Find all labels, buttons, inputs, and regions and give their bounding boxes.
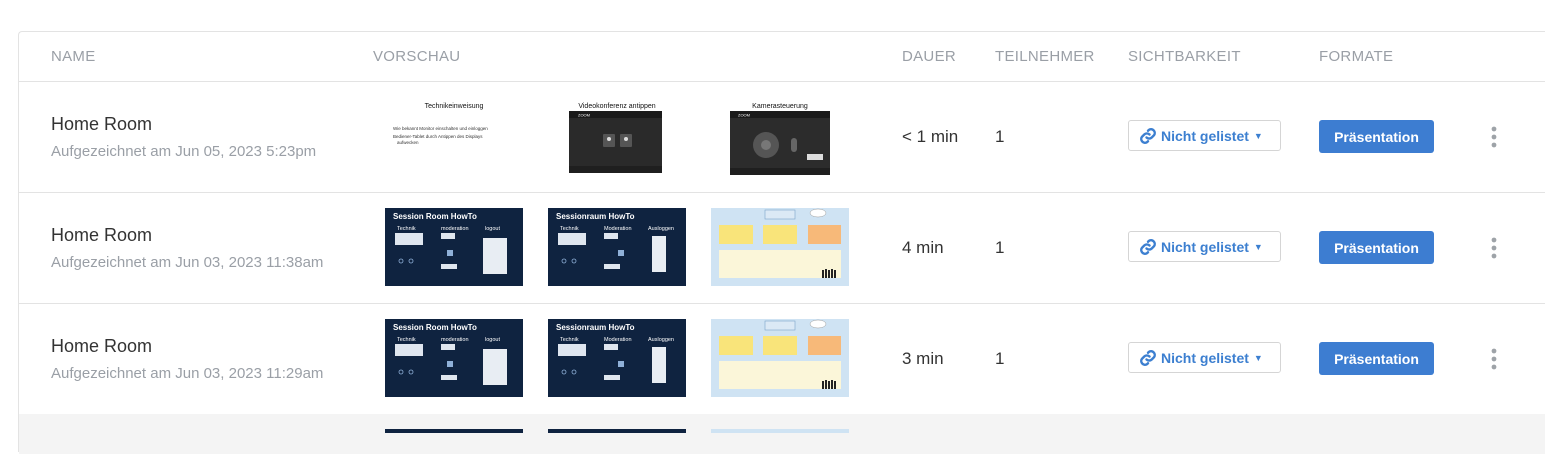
zoom-brand: ZOOM	[738, 113, 750, 118]
slide-caption: Kamerasteuerung	[752, 103, 808, 110]
slide-column: Technik	[560, 337, 579, 343]
preview-thumbnail[interactable]: Sessionraum HowTo Technik Moderation Aus…	[548, 319, 686, 397]
slide-title: Sessionraum HowTo	[556, 323, 635, 332]
visibility-dropdown[interactable]: Nicht gelistet ▼	[1128, 120, 1281, 151]
recording-date: Aufgezeichnet am Jun 03, 2023 11:29am	[51, 365, 324, 382]
vertical-ellipsis-icon	[1491, 237, 1497, 259]
vertical-ellipsis-icon	[1491, 126, 1497, 148]
participants-count: 1	[995, 238, 1005, 257]
presentation-format-button[interactable]: Präsentation	[1319, 120, 1434, 153]
chevron-down-icon: ▼	[1253, 241, 1263, 252]
slide-column: Ausloggen	[648, 226, 674, 232]
preview-thumbnail[interactable]: Session Room HowTo Technik moderation lo…	[385, 208, 523, 286]
preview-thumbnail[interactable]: Session Room HowTo Technik moderation lo…	[385, 319, 523, 397]
slide-bullet: Wie bekannt Monitor einschalten und einl…	[393, 126, 488, 131]
slide-column: moderation	[441, 337, 469, 343]
participants-count: 1	[995, 349, 1005, 368]
slide-column: Moderation	[604, 337, 632, 343]
header-formats: FORMATE	[1319, 48, 1394, 65]
visibility-dropdown[interactable]: Nicht gelistet ▼	[1128, 342, 1281, 373]
slide-column: Moderation	[604, 226, 632, 232]
preview-thumbnail[interactable]: Kamerasteuerung ZOOM	[711, 101, 849, 179]
slide-column: Technik	[397, 226, 416, 232]
header-name[interactable]: NAME	[51, 48, 96, 65]
link-icon	[1140, 238, 1156, 255]
recording-date: Aufgezeichnet am Jun 05, 2023 5:23pm	[51, 143, 317, 160]
table-row: Home Room Aufgezeichnet am Jun 05, 2023 …	[19, 82, 1545, 193]
chevron-down-icon: ▼	[1253, 130, 1263, 141]
slide-column: moderation	[441, 226, 469, 232]
visibility-label: Nicht gelistet	[1161, 349, 1249, 366]
preview-thumbnail[interactable]	[711, 319, 849, 397]
slide-title: Sessionraum HowTo	[556, 212, 635, 221]
more-options-button[interactable]	[1487, 126, 1501, 148]
more-options-button[interactable]	[1487, 348, 1501, 370]
presentation-format-button[interactable]: Präsentation	[1319, 342, 1434, 375]
recording-title: Home Room	[51, 336, 153, 356]
slide-caption: Videokonferenz antippen	[578, 103, 655, 110]
table-row: Home Room Aufgezeichnet am Jun 03, 2023 …	[19, 304, 1545, 415]
slide-title: Session Room HowTo	[393, 212, 477, 221]
slide-column: Technik	[397, 337, 416, 343]
presentation-format-button[interactable]: Präsentation	[1319, 231, 1434, 264]
header-preview: VORSCHAU	[373, 48, 461, 65]
recording-title: Home Room	[51, 114, 153, 134]
preview-thumbnail[interactable]: Videokonferenz antippen ZOOM	[548, 101, 686, 179]
slide-column: logout	[485, 226, 500, 232]
slide-column: logout	[485, 337, 500, 343]
visibility-label: Nicht gelistet	[1161, 238, 1249, 255]
slide-column: Technik	[560, 226, 579, 232]
recording-date: Aufgezeichnet am Jun 03, 2023 11:38am	[51, 254, 324, 271]
preview-thumbnail[interactable]	[711, 208, 849, 286]
preview-thumbnail[interactable]: Technikeinweisung Wie bekannt Monitor ei…	[385, 101, 523, 179]
slide-bullet: aufwecken	[397, 140, 419, 145]
slide-column: Ausloggen	[648, 337, 674, 343]
header-participants[interactable]: TEILNEHMER	[995, 48, 1095, 65]
table-row: Home Room Aufgezeichnet am Jun 03, 2023 …	[19, 193, 1545, 304]
duration: 3 min	[902, 349, 944, 368]
chevron-down-icon: ▼	[1253, 352, 1263, 363]
more-options-button[interactable]	[1487, 237, 1501, 259]
duration: < 1 min	[902, 127, 959, 146]
visibility-label: Nicht gelistet	[1161, 127, 1249, 144]
preview-thumbnail[interactable]: Sessionraum HowTo Technik Moderation Aus…	[548, 208, 686, 286]
header-duration[interactable]: DAUER	[902, 48, 956, 65]
participants-count: 1	[995, 127, 1005, 146]
table-header: NAME VORSCHAU DAUER TEILNEHMER SICHTBARK…	[19, 32, 1545, 82]
zoom-brand: ZOOM	[578, 113, 590, 118]
recording-title: Home Room	[51, 225, 153, 245]
slide-caption: Technikeinweisung	[425, 103, 484, 110]
duration: 4 min	[902, 238, 944, 257]
header-visibility[interactable]: SICHTBARKEIT	[1128, 48, 1241, 65]
vertical-ellipsis-icon	[1491, 348, 1497, 370]
slide-bullet: Bediener-Tablet durch Antippen des Displ…	[393, 134, 483, 139]
link-icon	[1140, 127, 1156, 144]
slide-title: Session Room HowTo	[393, 323, 477, 332]
link-icon	[1140, 349, 1156, 366]
visibility-dropdown[interactable]: Nicht gelistet ▼	[1128, 231, 1281, 262]
recordings-table: NAME VORSCHAU DAUER TEILNEHMER SICHTBARK…	[18, 31, 1545, 454]
table-row	[19, 414, 1545, 454]
